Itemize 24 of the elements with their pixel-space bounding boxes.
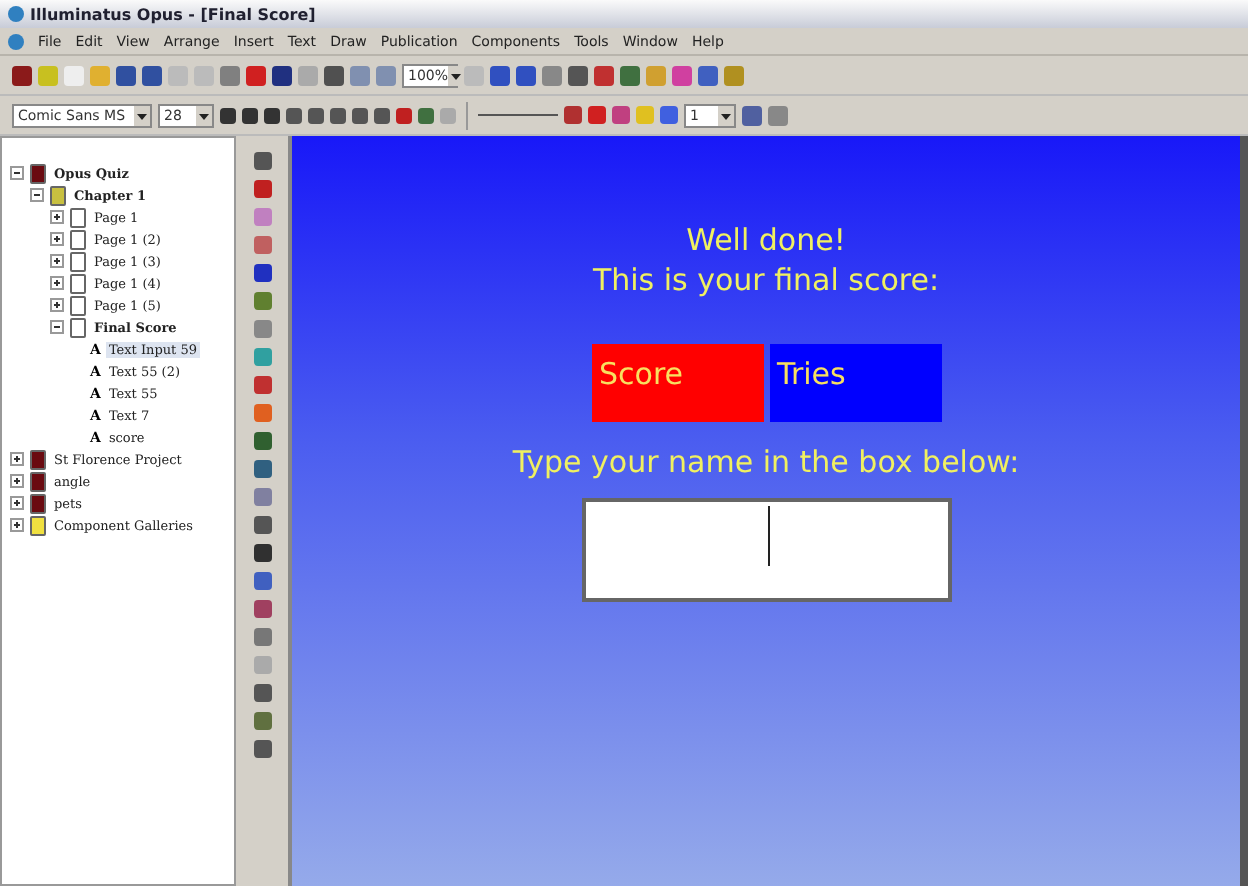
prompt-text: Type your name in the box below: [512, 442, 1020, 482]
collapse-toggle[interactable] [50, 320, 64, 334]
expand-toggle[interactable] [10, 518, 24, 532]
expand-toggle[interactable] [50, 210, 64, 224]
expand-toggle[interactable] [50, 254, 64, 268]
expand-toggle[interactable] [10, 474, 24, 488]
expand-toggle[interactable] [10, 452, 24, 466]
document-icon[interactable] [8, 33, 24, 49]
subheading-text: This is your final score: [592, 260, 940, 300]
expand-toggle[interactable] [50, 232, 64, 246]
chapter-icon [50, 185, 66, 205]
collapse-toggle[interactable] [10, 166, 24, 180]
expand-toggle[interactable] [10, 496, 24, 510]
app-icon [8, 6, 24, 22]
name-input-field[interactable] [581, 498, 951, 602]
heading-text: Well done! [686, 220, 846, 260]
book-icon [30, 163, 46, 183]
text-caret [767, 506, 769, 566]
expand-toggle[interactable] [50, 276, 64, 290]
expand-toggle[interactable] [50, 298, 64, 312]
collapse-toggle[interactable] [30, 188, 44, 202]
window-title: Illuminatus Opus - [Final Score] [30, 5, 316, 23]
score-box: Tries [769, 344, 941, 422]
score-box: Score [591, 344, 763, 422]
